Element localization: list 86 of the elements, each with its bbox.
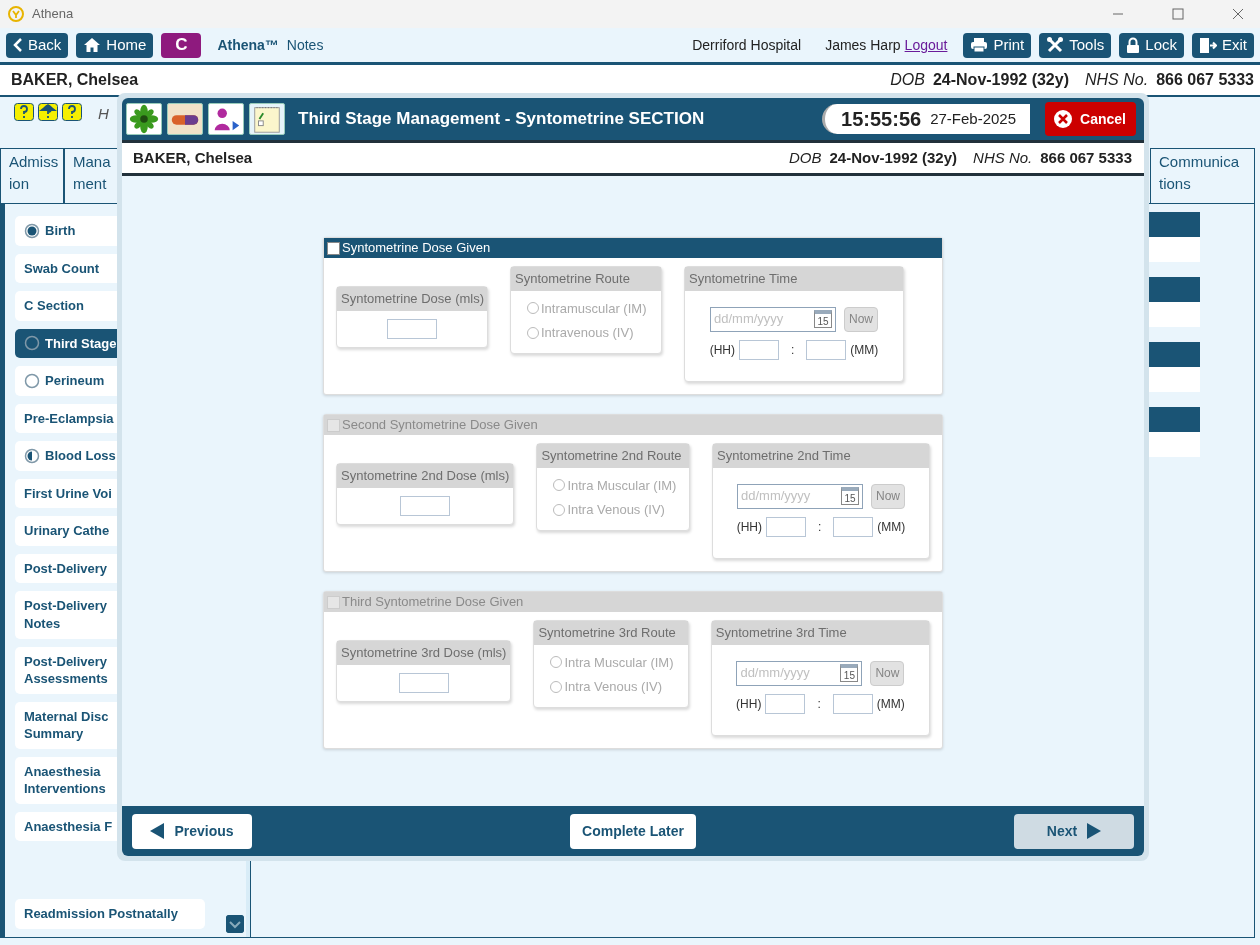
nhs-number: 866 067 5333 <box>1156 70 1254 90</box>
printer-icon <box>970 37 989 53</box>
tab[interactable]: Communica tions <box>1150 148 1255 203</box>
date-field[interactable]: dd/mm/yyyy 15 <box>710 306 836 332</box>
minutes-label: (MM) <box>876 695 905 713</box>
app-logo-icon <box>8 6 24 22</box>
dob-label: DOB <box>890 70 925 90</box>
hours-field[interactable] <box>739 339 779 360</box>
time-separator: : <box>818 518 822 536</box>
patient-name: BAKER, Chelsea <box>11 70 139 90</box>
dose-field[interactable] <box>387 318 437 339</box>
panel-title: Syntometrine 2nd Dose (mls) <box>337 464 514 488</box>
time-separator: : <box>817 695 821 713</box>
module-name: Notes <box>286 35 324 55</box>
section-title: Third Syntometrine Dose Given <box>342 593 524 611</box>
window-title: Athena <box>32 5 74 24</box>
help-icon[interactable] <box>62 103 82 121</box>
tab[interactable]: Admiss ion <box>0 148 64 203</box>
section-title: Syntometrine Dose Given <box>342 239 491 257</box>
panel-title: Syntometrine 2nd Route <box>537 444 689 468</box>
tools-icon <box>1046 36 1065 54</box>
complete-later-button[interactable]: Complete Later <box>570 813 696 849</box>
patient-name: BAKER, Chelsea <box>133 147 253 168</box>
close-icon[interactable] <box>1232 8 1244 20</box>
logout-link[interactable]: Logout <box>904 34 948 56</box>
cancel-button[interactable]: Cancel <box>1045 102 1136 136</box>
context-badge[interactable]: C <box>161 32 202 58</box>
print-button[interactable]: Print <box>963 32 1032 58</box>
time-separator: : <box>791 341 795 359</box>
panel-title: Syntometrine Route <box>511 267 661 291</box>
triangle-left-icon <box>150 823 165 839</box>
calendar-icon[interactable]: 15 <box>814 310 832 328</box>
exit-button[interactable]: Exit <box>1192 32 1254 58</box>
date-placeholder: dd/mm/yyyy <box>741 487 811 506</box>
sidebar-item[interactable]: Readmission Postnatally <box>15 899 205 929</box>
minutes-label: (MM) <box>877 518 906 536</box>
previous-button[interactable]: Previous <box>132 813 252 849</box>
date-placeholder: dd/mm/yyyy <box>714 310 784 329</box>
dob-value: 24-Nov-1992 (32y) <box>829 147 958 168</box>
panel-title: Syntometrine 3rd Time <box>711 621 929 645</box>
minutes-field[interactable] <box>833 516 874 537</box>
tools-button[interactable]: Tools <box>1039 32 1112 58</box>
dob-label: DOB <box>788 147 822 168</box>
lock-button[interactable]: Lock <box>1119 32 1184 58</box>
section-title: Second Syntometrine Dose Given <box>342 416 538 434</box>
nhs-label: NHS No. <box>1085 70 1149 90</box>
dose-field[interactable] <box>400 495 451 516</box>
dialog-title: Third Stage Management - Syntometrine SECTION <box>298 108 705 131</box>
hours-label: (HH) <box>709 341 735 359</box>
exit-icon <box>1199 36 1217 54</box>
dose-field[interactable] <box>398 672 449 693</box>
maximize-icon[interactable] <box>1172 8 1184 20</box>
nhs-number: 866 067 5333 <box>1040 147 1132 168</box>
home-button[interactable]: Home <box>76 32 154 58</box>
hours-field[interactable] <box>766 516 806 537</box>
minutes-field[interactable] <box>806 339 847 360</box>
flower-icon[interactable] <box>127 103 161 135</box>
minutes-label: (MM) <box>850 341 879 359</box>
triangle-right-icon <box>1087 823 1102 839</box>
nhs-label: NHS No. <box>973 147 1033 168</box>
brand-name: Athena™ <box>217 35 279 55</box>
panel-title: Syntometrine 3rd Route <box>534 621 688 645</box>
hours-label: (HH) <box>736 518 762 536</box>
panel-title: Syntometrine 3rd Dose (mls) <box>337 641 511 665</box>
panel-title: Syntometrine Dose (mls) <box>337 287 487 311</box>
hours-label: (HH) <box>736 695 762 713</box>
hospital-name: Derriford Hospital <box>692 35 802 55</box>
clock-time: 15:55:56 <box>841 107 922 132</box>
clock-date: 27-Feb-2025 <box>930 108 1017 129</box>
panel-title: Syntometrine Time <box>685 267 903 291</box>
hours-field[interactable] <box>765 693 806 714</box>
home-icon <box>83 37 102 53</box>
panel-title: Syntometrine 2nd Time <box>713 444 929 468</box>
user-name: James Harp <box>825 35 901 55</box>
date-placeholder: dd/mm/yyyy <box>740 664 810 683</box>
close-icon <box>1053 109 1074 129</box>
checkbox[interactable] <box>327 241 340 255</box>
lock-icon <box>1126 36 1141 54</box>
home-help-icon[interactable] <box>38 103 58 121</box>
hint-text: H <box>98 104 109 124</box>
back-button[interactable]: Back <box>6 32 69 58</box>
list-help-icon[interactable] <box>14 103 34 121</box>
scroll-down-button[interactable] <box>226 915 244 933</box>
minutes-field[interactable] <box>832 693 873 714</box>
dob-value: 24-Nov-1992 (32y) <box>932 70 1069 90</box>
chevron-left-icon <box>13 38 23 52</box>
